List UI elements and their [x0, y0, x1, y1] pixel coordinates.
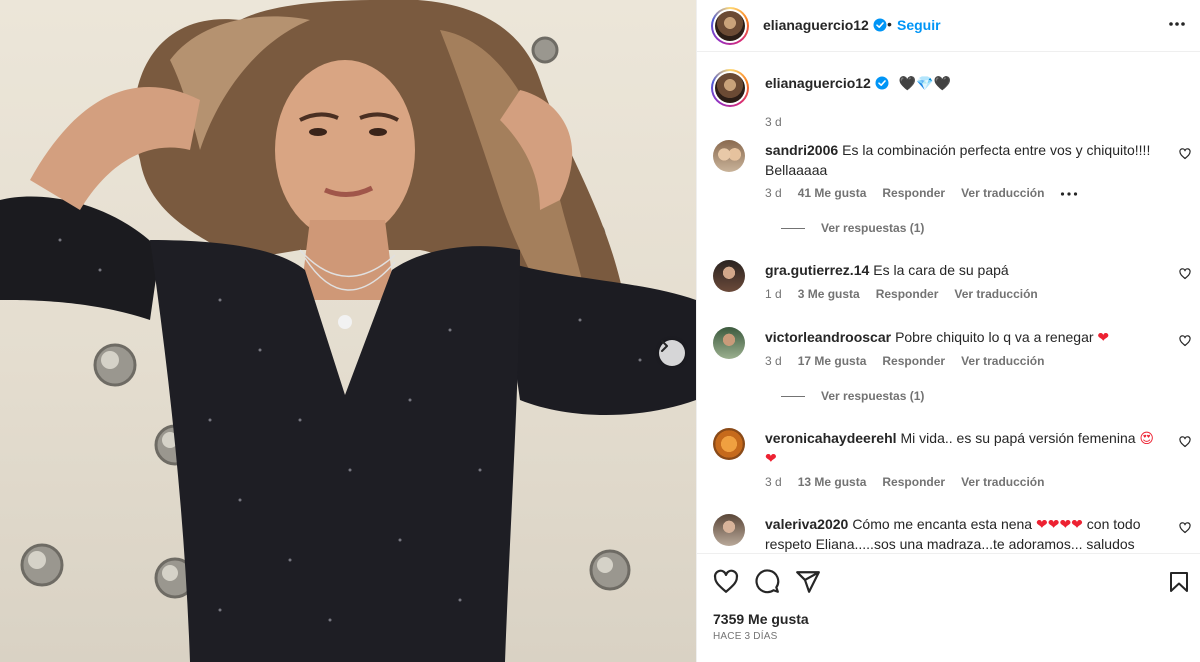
comment-likes[interactable]: 17 Me gusta [798, 354, 867, 368]
post-actions: 7359 Me gusta HACE 3 DÍAS [697, 553, 1200, 662]
comment-content: Cómo me encanta esta nena [852, 516, 1033, 532]
comment-avatar[interactable] [713, 260, 745, 292]
comment-avatar[interactable] [713, 514, 745, 546]
comment-text: gra.gutierrez.14 Es la cara de su papá [765, 260, 1155, 280]
comment-meta: 3 d 17 Me gusta Responder Ver traducción [765, 354, 1060, 368]
reply-button[interactable]: Responder [882, 354, 945, 368]
verified-badge-icon [873, 18, 887, 32]
heart-icon[interactable] [1179, 522, 1191, 534]
reply-button[interactable]: Responder [882, 475, 945, 489]
view-replies-button[interactable]: Ver respuestas (1) [781, 389, 924, 403]
comment-text: victorleandrooscar Pobre chiquito lo q va… [765, 327, 1155, 347]
translate-button[interactable]: Ver traducción [961, 475, 1044, 489]
comment-content: Pobre chiquito lo q va a renegar [895, 329, 1094, 345]
caption-time[interactable]: 3 d [765, 115, 782, 129]
comment-icon[interactable] [754, 569, 780, 595]
comment-time[interactable]: 3 d [765, 354, 782, 368]
bookmark-icon[interactable] [1167, 569, 1191, 595]
caption-text: 🖤💎🖤 [898, 75, 952, 91]
follow-button[interactable]: Seguir [897, 17, 941, 33]
comment-avatar[interactable] [713, 327, 745, 359]
likes-count[interactable]: 7359 Me gusta [713, 611, 809, 627]
view-replies-button[interactable]: Ver respuestas (1) [781, 221, 924, 235]
comment-item: gra.gutierrez.14 Es la cara de su papá 1 … [713, 260, 1191, 310]
comment-item: valeriva2020 Cómo me encanta esta nena ❤❤… [713, 514, 1191, 553]
post-header: elianaguercio12 • Seguir [697, 0, 1200, 52]
heart-icon[interactable] [1179, 436, 1191, 448]
author-name-row: elianaguercio12 [763, 17, 887, 33]
comment-username[interactable]: veronicahaydeerehl [765, 430, 897, 446]
comment-text: valeriva2020 Cómo me encanta esta nena ❤❤… [765, 514, 1155, 553]
heart-icon[interactable] [1179, 148, 1191, 160]
heart-icon[interactable] [1179, 335, 1191, 347]
reply-button[interactable]: Responder [876, 287, 939, 301]
reply-button[interactable]: Responder [882, 186, 945, 200]
translate-button[interactable]: Ver traducción [954, 287, 1037, 301]
heart-emoji: ❤❤❤❤ [1035, 516, 1083, 532]
post-photo [0, 0, 696, 662]
author-avatar[interactable] [711, 7, 749, 45]
comment-time[interactable]: 1 d [765, 287, 782, 301]
heart-icon[interactable] [713, 569, 739, 595]
heart-emoji: ❤ [1097, 329, 1110, 345]
comment-username[interactable]: victorleandrooscar [765, 329, 891, 345]
comment-item: veronicahaydeerehl Mi vida.. es su papá v… [713, 428, 1191, 498]
comment-text: sandri2006 Es la combinación perfecta ent… [765, 140, 1155, 180]
comment-options-icon[interactable] [1060, 191, 1078, 197]
comment-username[interactable]: gra.gutierrez.14 [765, 262, 869, 278]
caption-author-avatar[interactable] [711, 69, 749, 107]
comment-item: victorleandrooscar Pobre chiquito lo q va… [713, 327, 1191, 417]
next-photo-button[interactable] [659, 340, 685, 366]
comment-content: Es la cara de su papá [873, 262, 1009, 278]
comment-avatar[interactable] [713, 428, 745, 460]
comment-meta: 1 d 3 Me gusta Responder Ver traducción [765, 287, 1054, 301]
comment-username[interactable]: valeriva2020 [765, 516, 848, 532]
comment-item: sandri2006 Es la combinación perfecta ent… [713, 140, 1191, 250]
comment-likes[interactable]: 41 Me gusta [798, 186, 867, 200]
comment-avatar[interactable] [713, 140, 745, 172]
comment-time[interactable]: 3 d [765, 475, 782, 489]
caption-author-username[interactable]: elianaguercio12 [765, 75, 871, 91]
post-side-panel: elianaguercio12 • Seguir elianaguercio12… [696, 0, 1200, 662]
verified-badge-icon [875, 76, 889, 90]
caption-text-row: elianaguercio12 🖤💎🖤 [765, 75, 951, 92]
comment-content: Mi vida.. es su papá versión femenina [900, 430, 1136, 446]
post-date[interactable]: HACE 3 DÍAS [713, 631, 777, 642]
comment-likes[interactable]: 13 Me gusta [798, 475, 867, 489]
translate-button[interactable]: Ver traducción [961, 186, 1044, 200]
more-options-icon[interactable] [1167, 14, 1187, 34]
heart-icon[interactable] [1179, 268, 1191, 280]
comment-username[interactable]: sandri2006 [765, 142, 838, 158]
comment-likes[interactable]: 3 Me gusta [798, 287, 860, 301]
comment-meta: 3 d 13 Me gusta Responder Ver traducción [765, 475, 1060, 489]
comments-scroll-area[interactable]: elianaguercio12 🖤💎🖤 3 d sandri2006 Es la … [697, 53, 1200, 553]
comment-text: veronicahaydeerehl Mi vida.. es su papá v… [765, 428, 1155, 468]
chevron-right-icon [661, 340, 668, 352]
post-media[interactable] [0, 0, 696, 662]
comment-time[interactable]: 3 d [765, 186, 782, 200]
translate-button[interactable]: Ver traducción [961, 354, 1044, 368]
header-separator: • [887, 16, 892, 32]
share-icon[interactable] [795, 569, 821, 595]
comment-meta: 3 d 41 Me gusta Responder Ver traducción [765, 186, 1078, 200]
author-username[interactable]: elianaguercio12 [763, 17, 869, 33]
